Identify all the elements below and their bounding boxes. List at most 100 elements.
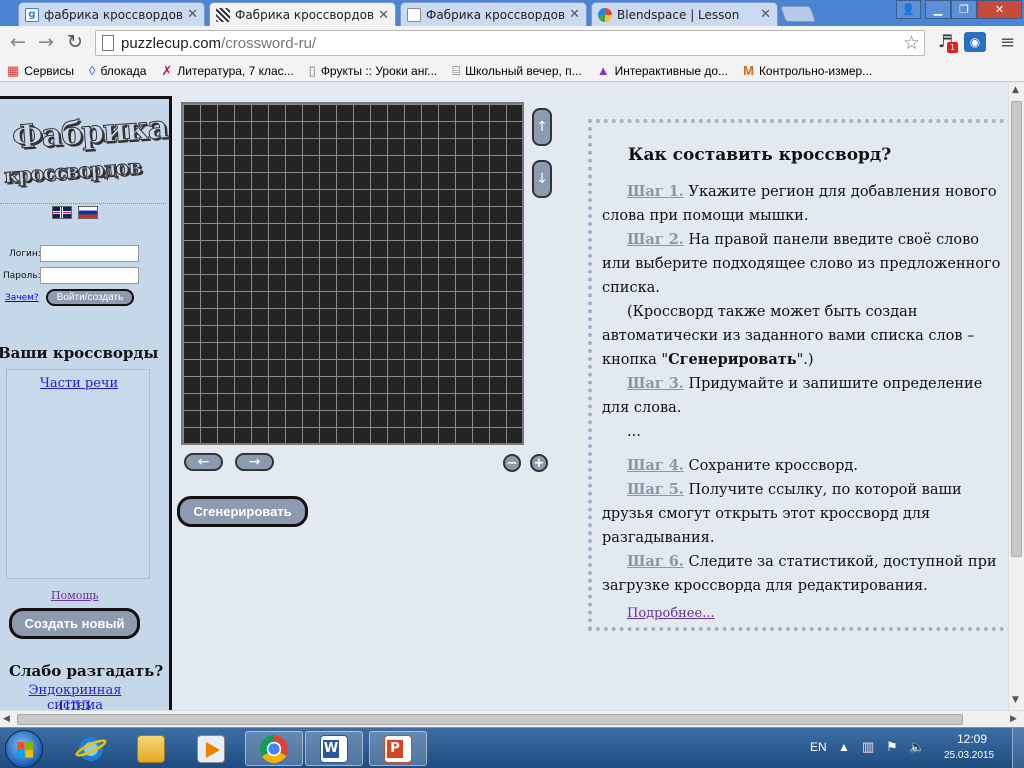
tray-expand-icon[interactable]: ▲ (838, 740, 850, 754)
page-icon: ▯ (308, 62, 316, 78)
maximize-button[interactable]: ❐ (951, 0, 977, 19)
vertical-scrollbar[interactable]: ▲ ▼ (1008, 83, 1024, 710)
instructions-body: Шаг 1. Укажите регион для добавления нов… (602, 180, 1008, 598)
new-tab-button[interactable] (780, 6, 816, 22)
my-crosswords-list: Части речи (6, 369, 150, 579)
page-icon (102, 35, 114, 51)
horizontal-scroll-thumb[interactable] (17, 714, 963, 725)
clock-date[interactable]: 25.03.2015 (944, 750, 994, 761)
scroll-down-button[interactable]: ↓ (532, 160, 552, 198)
tab-blendspace[interactable]: Blendspace | Lesson ✕ (591, 2, 778, 26)
close-window-button[interactable]: ✕ (977, 0, 1022, 19)
language-indicator[interactable]: EN (810, 740, 827, 754)
page-content: Фабрика кроссвордов Логин: Пароль: Зачем… (0, 83, 1008, 710)
tab-strip: g фабрика кроссвордов - Г ✕ Фабрика крос… (0, 0, 1024, 27)
bookmarks-bar: ▦ Сервисы ◊ блокада ✗ Литература, 7 клас...… (0, 60, 1024, 82)
scroll-up-arrow-icon[interactable]: ▲ (1012, 85, 1019, 95)
minimize-button[interactable]: ▁ (925, 0, 951, 19)
bookmark-literature[interactable]: ✗ Литература, 7 клас... (161, 63, 293, 79)
login-input[interactable] (40, 245, 139, 262)
forward-button[interactable]: → (34, 30, 58, 54)
flag-icon[interactable]: ⚑ (886, 739, 898, 755)
bookmark-services[interactable]: ▦ Сервисы (7, 63, 74, 79)
step-5-label[interactable]: Шаг 5. (627, 481, 684, 498)
taskbar-ie[interactable] (62, 731, 120, 766)
taskbar-explorer[interactable] (122, 731, 180, 766)
create-new-button[interactable]: Создать новый (9, 608, 140, 639)
taskbar-powerpoint[interactable]: P (369, 731, 427, 766)
close-tab-icon[interactable]: ✕ (760, 7, 771, 22)
close-tab-icon[interactable]: ✕ (378, 8, 389, 23)
zoom-in-button[interactable]: + (530, 454, 548, 472)
address-bar[interactable]: puzzlecup.com/crossword-ru/ ☆ (95, 30, 925, 56)
divider (0, 203, 166, 204)
tab-crossword-factory[interactable]: Фабрика кроссвордов ✕ (400, 2, 587, 26)
bookmark-control[interactable]: M Контрольно-измер... (743, 63, 872, 78)
horizontal-scrollbar[interactable]: ◀ ▶ (0, 710, 1024, 727)
show-desktop-button[interactable] (1012, 728, 1024, 768)
sidebar: Фабрика кроссвордов Логин: Пароль: Зачем… (0, 96, 172, 710)
taskbar-media-player[interactable] (182, 731, 240, 766)
ring-icon: ◊ (89, 63, 96, 78)
instructions-panel: Как составить кроссворд? Шаг 1. Укажите … (588, 119, 1008, 631)
reload-button[interactable]: ↻ (63, 30, 87, 54)
crossword-grid[interactable] (181, 102, 524, 445)
password-input[interactable] (40, 267, 139, 284)
uk-flag-icon[interactable] (52, 206, 72, 219)
scroll-right-arrow-icon[interactable]: ▶ (1010, 714, 1017, 724)
step-1-label[interactable]: Шаг 1. (627, 183, 684, 200)
tab-crossword-factory-active[interactable]: Фабрика кроссвордов ✕ (209, 2, 396, 27)
scroll-up-button[interactable]: ↑ (532, 108, 552, 146)
password-label: Пароль: (3, 271, 41, 281)
russia-flag-icon[interactable] (78, 206, 98, 219)
close-tab-icon[interactable]: ✕ (569, 7, 580, 22)
step-3-label[interactable]: Шаг 3. (627, 375, 684, 392)
powerpoint-icon: P (384, 734, 412, 763)
bookmark-fruits[interactable]: ▯ Фрукты :: Уроки анг... (309, 63, 438, 79)
start-button[interactable] (5, 730, 43, 768)
bookmark-interactive[interactable]: ▲ Интерактивные до... (597, 63, 728, 78)
back-button[interactable]: ← (6, 30, 30, 54)
bookmark-blokada[interactable]: ◊ блокада (89, 63, 146, 78)
my-crosswords-heading: Ваши кроссворды (0, 344, 159, 362)
help-link[interactable]: Помощь (51, 589, 99, 602)
clock-time[interactable]: 12:09 (957, 732, 987, 746)
scroll-right-button[interactable]: → (235, 453, 274, 471)
zoom-out-button[interactable]: − (503, 454, 521, 472)
bookmark-school-evening[interactable]: ⌸ Школьный вечер, п... (452, 63, 581, 79)
step-1: Шаг 1. Укажите регион для добавления нов… (602, 183, 997, 224)
step-3: Шаг 3. Придумайте и запишите определение… (602, 375, 983, 416)
tab-google-search[interactable]: g фабрика кроссвордов - Г ✕ (18, 2, 205, 26)
generate-button[interactable]: Сгенерировать (177, 496, 308, 527)
internet-explorer-icon (73, 734, 109, 763)
link-traffic-rules[interactable]: ПДД (0, 699, 150, 710)
crossword-link-parts-of-speech[interactable]: Части речи (7, 376, 151, 391)
scroll-down-arrow-icon[interactable]: ▼ (1012, 695, 1019, 705)
user-icon[interactable]: 👤 (896, 0, 921, 19)
logo-line1[interactable]: Фабрика (10, 107, 169, 157)
scroll-left-button[interactable]: ← (184, 453, 223, 471)
logo-line2[interactable]: кроссвордов (3, 154, 142, 188)
why-link[interactable]: Зачем? (5, 293, 39, 303)
step-6-label[interactable]: Шаг 6. (627, 553, 684, 570)
step-2-label[interactable]: Шаг 2. (627, 231, 684, 248)
step-4-label[interactable]: Шаг 4. (627, 457, 684, 474)
step-4: Шаг 4. Сохраните кроссворд. (627, 457, 858, 474)
taskbar-chrome[interactable] (245, 731, 303, 766)
crossword-grid-icon (216, 8, 230, 22)
google-g-icon: g (25, 7, 39, 22)
eye-extension-icon[interactable]: ◉ (964, 32, 986, 52)
bookmark-star-icon[interactable]: ☆ (903, 32, 920, 54)
scroll-left-arrow-icon[interactable]: ◀ (3, 714, 10, 724)
login-create-button[interactable]: Войти/создать (46, 289, 134, 306)
close-tab-icon[interactable]: ✕ (187, 7, 198, 22)
vertical-scroll-thumb[interactable] (1011, 101, 1022, 557)
media-player-icon (197, 734, 225, 763)
menu-icon[interactable]: ≡ (1000, 32, 1015, 53)
more-link[interactable]: Подробнее... (627, 606, 715, 621)
network-icon[interactable]: ▥ (862, 739, 874, 755)
step-5: Шаг 5. Получите ссылку, по которой ваши … (602, 481, 962, 546)
music-extension-icon[interactable]: ♬ 1 (938, 32, 960, 54)
taskbar-word[interactable]: W (305, 731, 363, 766)
volume-icon[interactable]: 🔈 (909, 739, 925, 755)
